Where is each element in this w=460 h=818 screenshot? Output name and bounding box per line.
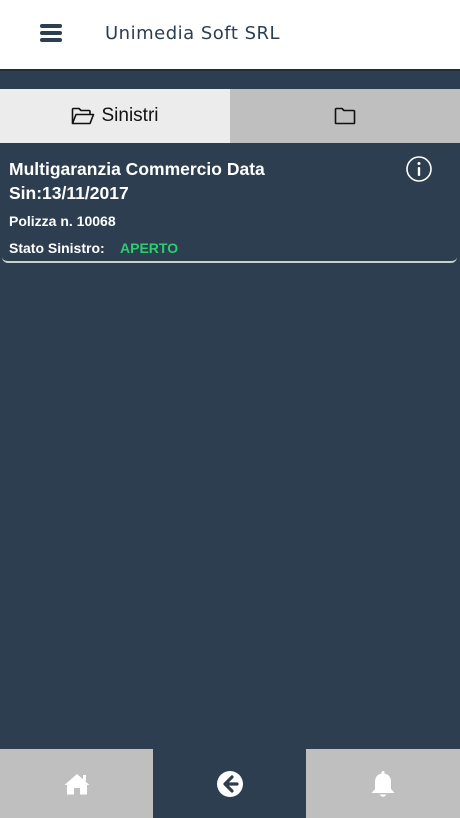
tab-bar: Sinistri [0, 89, 460, 143]
notifications-button[interactable] [306, 749, 460, 818]
status-badge: APERTO [120, 240, 179, 256]
back-button[interactable] [153, 749, 306, 818]
tab-folder[interactable] [230, 89, 460, 143]
claim-status-row: Stato Sinistro: APERTO [9, 240, 178, 256]
claim-card[interactable]: Multigaranzia Commercio Data Sin:13/11/2… [2, 144, 457, 263]
home-button[interactable] [0, 749, 153, 818]
info-icon[interactable] [405, 155, 433, 183]
claim-title-line1: Multigaranzia Commercio Data [9, 159, 265, 179]
home-icon [64, 773, 89, 794]
tab-sinistri-label: Sinistri [101, 105, 159, 126]
hamburger-menu-icon[interactable] [40, 24, 64, 42]
folder-icon [334, 107, 356, 125]
bell-icon [371, 770, 395, 797]
bottom-nav [0, 749, 460, 818]
policy-number: Polizza n. 10068 [9, 213, 116, 229]
back-arrow-icon [216, 770, 243, 797]
app-header: Unimedia Soft SRL [0, 0, 460, 71]
claim-title: Multigaranzia Commercio Data Sin:13/11/2… [9, 157, 389, 205]
claim-title-line2: Sin:13/11/2017 [9, 183, 129, 203]
status-label: Stato Sinistro: [9, 240, 105, 256]
folder-open-icon [72, 107, 95, 125]
tab-sinistri[interactable]: Sinistri [0, 89, 230, 143]
app-title: Unimedia Soft SRL [105, 23, 281, 44]
